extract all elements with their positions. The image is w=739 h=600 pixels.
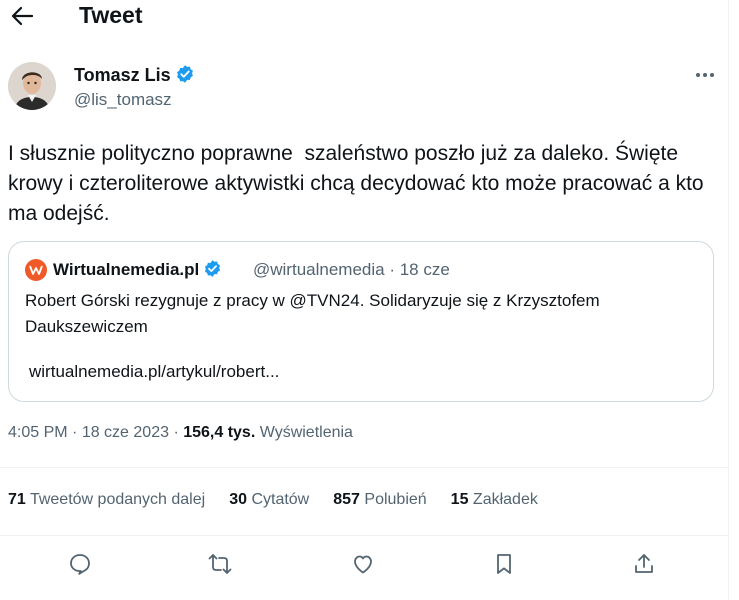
- divider: [0, 467, 729, 468]
- arrow-left-icon: [11, 6, 33, 26]
- divider: [0, 535, 729, 536]
- quote-author-name: Wirtualnemedia.pl: [53, 259, 222, 280]
- wirtualnemedia-logo-icon: [29, 265, 43, 275]
- tweet-meta: 4:05 PM · 18 cze 2023 · 156,4 tys. Wyświ…: [8, 424, 353, 441]
- bookmark-icon: [497, 554, 511, 574]
- quotes-stat[interactable]: 30 Cytatów: [229, 491, 309, 509]
- more-button[interactable]: [692, 64, 718, 86]
- like-button[interactable]: [349, 550, 377, 578]
- views-label: Wyświetlenia: [259, 424, 353, 441]
- more-icon: [696, 73, 714, 77]
- retweet-icon: [208, 554, 232, 574]
- quote-author-handle: @wirtualnemedia · 18 cze: [253, 260, 450, 279]
- verified-badge-icon: [175, 64, 195, 84]
- share-icon: [635, 554, 653, 573]
- avatar[interactable]: [8, 62, 56, 110]
- retweet-button[interactable]: [206, 550, 234, 578]
- share-button[interactable]: [630, 550, 658, 578]
- author-handle[interactable]: @lis_tomasz: [74, 90, 172, 110]
- likes-stat[interactable]: 857 Polubień: [333, 491, 426, 509]
- engagement-stats: 71 Tweetów podanych dalej 30 Cytatów 857…: [8, 491, 538, 509]
- reply-icon: [70, 554, 90, 575]
- quote-link[interactable]: wirtualnemedia.pl/artykul/robert...: [29, 362, 279, 382]
- quote-text: Robert Górski rezygnuje z pracy w @TVN24…: [25, 291, 600, 336]
- quote-avatar-logo: [25, 259, 47, 281]
- retweets-stat[interactable]: 71 Tweetów podanych dalej: [8, 491, 205, 509]
- page-title: Tweet: [79, 2, 143, 28]
- quoted-tweet-card[interactable]: Wirtualnemedia.pl @wirtualnemedia · 18 c…: [8, 241, 714, 402]
- tweet-date[interactable]: 18 cze 2023: [82, 424, 169, 441]
- tweet-text: I słusznie polityczno poprawne szaleństw…: [8, 142, 710, 225]
- column-border: [728, 0, 729, 600]
- bookmarks-stat[interactable]: 15 Zakładek: [451, 491, 538, 509]
- back-button[interactable]: [8, 4, 36, 28]
- avatar-image: [8, 62, 56, 110]
- verified-badge-icon: [203, 259, 222, 278]
- reply-button[interactable]: [66, 550, 94, 578]
- author-name[interactable]: Tomasz Lis: [74, 65, 171, 85]
- bookmark-button[interactable]: [490, 550, 518, 578]
- author-name-row[interactable]: Tomasz Lis: [74, 64, 195, 86]
- heart-icon: [354, 555, 372, 574]
- views-count: 156,4 tys.: [183, 424, 256, 441]
- tweet-time[interactable]: 4:05 PM: [8, 424, 68, 441]
